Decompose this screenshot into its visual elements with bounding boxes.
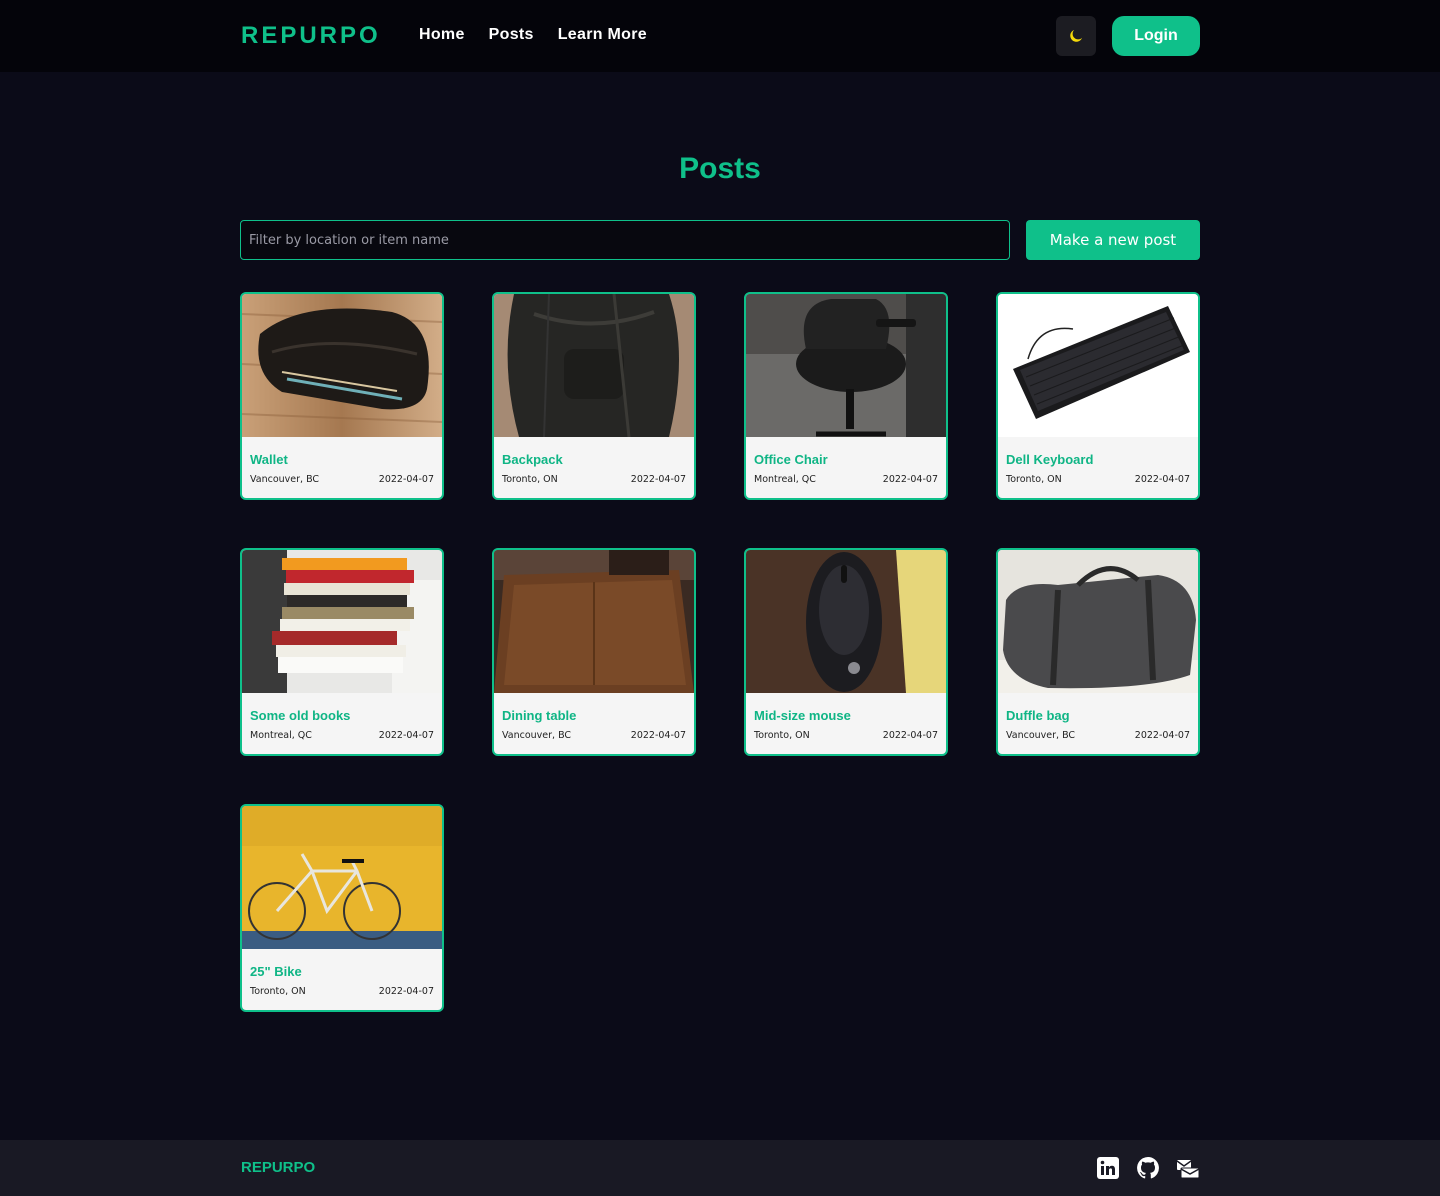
post-image-books [242,550,442,693]
post-card[interactable]: 25" Bike Toronto, ON 2022-04-07 [240,804,444,1012]
search-input[interactable] [240,220,1010,260]
post-title: Mid-size mouse [754,708,851,723]
nav-home-link[interactable]: Home [419,26,465,44]
nav-posts-link[interactable]: Posts [489,26,534,44]
post-card[interactable]: Mid-size mouse Toronto, ON 2022-04-07 [744,548,948,756]
post-location: Toronto, ON [754,730,810,741]
post-image-duffle-bag [998,550,1198,693]
post-card[interactable]: Duffle bag Vancouver, BC 2022-04-07 [996,548,1200,756]
post-image-dell-keyboard [998,294,1198,437]
site-footer: REPURPO [0,1140,1440,1196]
linkedin-icon[interactable] [1096,1156,1120,1180]
post-location: Toronto, ON [1006,474,1062,485]
post-location: Montreal, QC [250,730,312,741]
page-title: Posts [679,152,761,185]
top-navbar: REPURPO Home Posts Learn More Login [0,0,1440,72]
post-title: Dining table [502,708,577,723]
post-date: 2022-04-07 [378,474,434,485]
post-image-dining-table [494,550,694,693]
post-card[interactable]: Wallet Vancouver, BC 2022-04-07 [240,292,444,500]
post-card[interactable]: Office Chair Montreal, QC 2022-04-07 [744,292,948,500]
post-date: 2022-04-07 [1134,730,1190,741]
post-location: Vancouver, BC [502,730,572,741]
post-date: 2022-04-07 [1134,474,1190,485]
post-title: Office Chair [754,452,828,467]
post-card[interactable]: Some old books Montreal, QC 2022-04-07 [240,548,444,756]
post-location: Toronto, ON [502,474,558,485]
footer-logo: REPURPO [241,1159,316,1176]
moon-icon [1070,29,1083,42]
site-logo[interactable]: REPURPO [241,22,381,50]
post-title: Duffle bag [1006,708,1070,723]
post-title: Wallet [250,452,288,467]
post-date: 2022-04-07 [630,730,686,741]
main-nav: Home Posts Learn More [419,26,647,44]
theme-toggle-button[interactable] [1056,16,1096,56]
post-date: 2022-04-07 [630,474,686,485]
post-image-mouse [746,550,946,693]
post-image-office-chair [746,294,946,437]
post-image-bike [242,806,442,949]
post-date: 2022-04-07 [882,730,938,741]
post-date: 2022-04-07 [882,474,938,485]
post-image-backpack [494,294,694,437]
make-new-post-button[interactable]: Make a new post [1026,220,1200,260]
post-date: 2022-04-07 [378,986,434,997]
post-card[interactable]: Backpack Toronto, ON 2022-04-07 [492,292,696,500]
post-title: Backpack [502,452,563,467]
post-date: 2022-04-07 [378,730,434,741]
post-image-wallet [242,294,442,437]
post-title: Some old books [250,708,351,723]
login-button[interactable]: Login [1112,16,1200,56]
post-title: 25" Bike [250,964,302,979]
email-icon[interactable] [1176,1156,1200,1180]
footer-social-links [1096,1156,1200,1180]
github-icon[interactable] [1136,1156,1160,1180]
post-location: Vancouver, BC [1006,730,1076,741]
post-card[interactable]: Dining table Vancouver, BC 2022-04-07 [492,548,696,756]
post-location: Montreal, QC [754,474,816,485]
posts-grid: Wallet Vancouver, BC 2022-04-07 Backpack… [240,292,1200,1012]
post-card[interactable]: Dell Keyboard Toronto, ON 2022-04-07 [996,292,1200,500]
post-title: Dell Keyboard [1006,452,1094,467]
post-location: Vancouver, BC [250,474,320,485]
post-location: Toronto, ON [250,986,306,997]
nav-learn-more-link[interactable]: Learn More [558,26,647,44]
